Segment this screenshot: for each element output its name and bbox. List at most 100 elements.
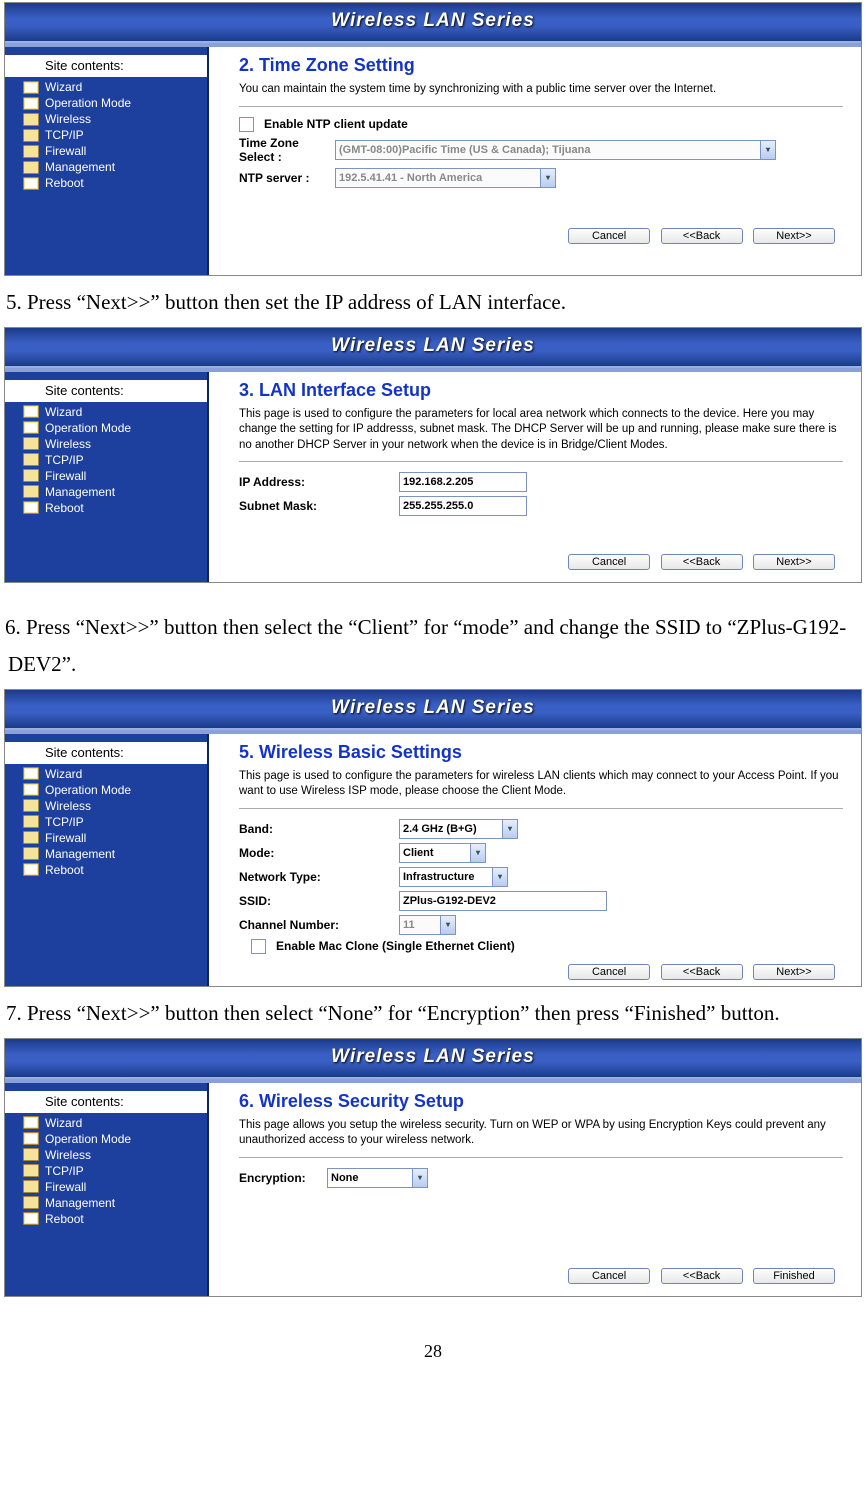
ssid-label: SSID: xyxy=(239,894,399,908)
cancel-button[interactable]: Cancel xyxy=(568,1268,650,1284)
sidebar: Site contents: Wizard Operation Mode Wir… xyxy=(5,734,209,986)
folder-icon xyxy=(23,799,39,812)
sidebar-item-wireless[interactable]: Wireless xyxy=(23,111,207,127)
finished-button[interactable]: Finished xyxy=(753,1268,835,1284)
banner-title: Wireless LAN Series xyxy=(5,690,861,730)
sidebar-item-opmode[interactable]: Operation Mode xyxy=(23,1131,207,1147)
page-icon xyxy=(23,405,39,418)
sidebar-item-management[interactable]: Management xyxy=(23,846,207,862)
sidebar-item-wizard[interactable]: Wizard xyxy=(23,404,207,420)
chevron-down-icon: ▾ xyxy=(502,820,517,838)
mode-select[interactable]: Client▾ xyxy=(399,843,486,863)
cancel-button[interactable]: Cancel xyxy=(568,554,650,570)
folder-icon xyxy=(23,831,39,844)
folder-icon xyxy=(23,815,39,828)
nettype-select[interactable]: Infrastructure▾ xyxy=(399,867,508,887)
sidebar-item-management[interactable]: Management xyxy=(23,1195,207,1211)
page-icon xyxy=(23,501,39,514)
page-icon xyxy=(23,767,39,780)
next-button[interactable]: Next>> xyxy=(753,964,835,980)
macclone-checkbox[interactable] xyxy=(251,939,266,954)
sidebar-item-wizard[interactable]: Wizard xyxy=(23,79,207,95)
back-button[interactable]: <<Back xyxy=(661,554,743,570)
cancel-button[interactable]: Cancel xyxy=(568,964,650,980)
nettype-label: Network Type: xyxy=(239,870,399,884)
ntp-enable-label: Enable NTP client update xyxy=(264,117,408,131)
folder-icon xyxy=(23,129,39,142)
next-button[interactable]: Next>> xyxy=(753,554,835,570)
banner-title: Wireless LAN Series xyxy=(5,1039,861,1079)
screenshot-wireless-basic: Wireless LAN Series Site contents: Wizar… xyxy=(4,689,862,987)
folder-icon xyxy=(23,1196,39,1209)
folder-icon xyxy=(23,161,39,174)
sidebar-item-tcpip[interactable]: TCP/IP xyxy=(23,814,207,830)
sidebar-item-wireless[interactable]: Wireless xyxy=(23,436,207,452)
macclone-label: Enable Mac Clone (Single Ethernet Client… xyxy=(276,939,515,953)
instruction-7: 7. Press “Next>>” button then select “No… xyxy=(0,989,866,1036)
folder-icon xyxy=(23,145,39,158)
ip-input[interactable]: 192.168.2.205 xyxy=(399,472,527,492)
chevron-down-icon: ▾ xyxy=(760,141,775,159)
sidebar-item-opmode[interactable]: Operation Mode xyxy=(23,95,207,111)
back-button[interactable]: <<Back xyxy=(661,228,743,244)
ntp-server-select[interactable]: 192.5.41.41 - North America▾ xyxy=(335,168,556,188)
screenshot-timezone: Wireless LAN Series Site contents: Wizar… xyxy=(4,2,862,276)
sidebar-item-wireless[interactable]: Wireless xyxy=(23,798,207,814)
encryption-select[interactable]: None▾ xyxy=(327,1168,428,1188)
back-button[interactable]: <<Back xyxy=(661,964,743,980)
sidebar-item-opmode[interactable]: Operation Mode xyxy=(23,420,207,436)
banner-title: Wireless LAN Series xyxy=(5,3,861,43)
page-title: 6. Wireless Security Setup xyxy=(239,1091,843,1112)
site-contents-label: Site contents: xyxy=(5,55,207,77)
page-icon xyxy=(23,1116,39,1129)
encryption-label: Encryption: xyxy=(239,1171,327,1185)
band-select[interactable]: 2.4 GHz (B+G)▾ xyxy=(399,819,518,839)
folder-icon xyxy=(23,847,39,860)
sidebar-item-reboot[interactable]: Reboot xyxy=(23,175,207,191)
sidebar-item-opmode[interactable]: Operation Mode xyxy=(23,782,207,798)
timezone-label: Time Zone Select : xyxy=(239,136,335,164)
next-button[interactable]: Next>> xyxy=(753,228,835,244)
banner-title: Wireless LAN Series xyxy=(5,328,861,368)
folder-icon xyxy=(23,437,39,450)
sidebar-item-management[interactable]: Management xyxy=(23,159,207,175)
screenshot-lan: Wireless LAN Series Site contents: Wizar… xyxy=(4,327,862,584)
sidebar-item-reboot[interactable]: Reboot xyxy=(23,500,207,516)
ssid-input[interactable]: ZPlus-G192-DEV2 xyxy=(399,891,607,911)
cancel-button[interactable]: Cancel xyxy=(568,228,650,244)
sidebar-item-wizard[interactable]: Wizard xyxy=(23,1115,207,1131)
ntp-enable-checkbox[interactable] xyxy=(239,117,254,132)
page-desc: You can maintain the system time by sync… xyxy=(239,82,843,98)
channel-select[interactable]: 11▾ xyxy=(399,915,456,935)
mask-input[interactable]: 255.255.255.0 xyxy=(399,496,527,516)
site-contents-label: Site contents: xyxy=(5,742,207,764)
folder-icon xyxy=(23,1148,39,1161)
chevron-down-icon: ▾ xyxy=(492,868,507,886)
page-title: 3. LAN Interface Setup xyxy=(239,380,843,401)
timezone-select[interactable]: (GMT-08:00)Pacific Time (US & Canada); T… xyxy=(335,140,776,160)
sidebar-item-reboot[interactable]: Reboot xyxy=(23,862,207,878)
sidebar-item-firewall[interactable]: Firewall xyxy=(23,143,207,159)
sidebar-item-firewall[interactable]: Firewall xyxy=(23,1179,207,1195)
sidebar-item-firewall[interactable]: Firewall xyxy=(23,468,207,484)
page-title: 5. Wireless Basic Settings xyxy=(239,742,843,763)
page-icon xyxy=(23,421,39,434)
back-button[interactable]: <<Back xyxy=(661,1268,743,1284)
page-desc: This page allows you setup the wireless … xyxy=(239,1118,843,1149)
sidebar-item-management[interactable]: Management xyxy=(23,484,207,500)
page-number: 28 xyxy=(0,1299,866,1374)
sidebar-item-tcpip[interactable]: TCP/IP xyxy=(23,1163,207,1179)
sidebar-item-firewall[interactable]: Firewall xyxy=(23,830,207,846)
chevron-down-icon: ▾ xyxy=(440,916,455,934)
sidebar-item-tcpip[interactable]: TCP/IP xyxy=(23,127,207,143)
sidebar: Site contents: Wizard Operation Mode Wir… xyxy=(5,1083,209,1296)
sidebar-item-wizard[interactable]: Wizard xyxy=(23,766,207,782)
folder-icon xyxy=(23,1164,39,1177)
sidebar-item-reboot[interactable]: Reboot xyxy=(23,1211,207,1227)
sidebar-item-wireless[interactable]: Wireless xyxy=(23,1147,207,1163)
folder-icon xyxy=(23,469,39,482)
screenshot-wireless-security: Wireless LAN Series Site contents: Wizar… xyxy=(4,1038,862,1297)
sidebar-item-tcpip[interactable]: TCP/IP xyxy=(23,452,207,468)
channel-label: Channel Number: xyxy=(239,918,399,932)
page-icon xyxy=(23,1212,39,1225)
